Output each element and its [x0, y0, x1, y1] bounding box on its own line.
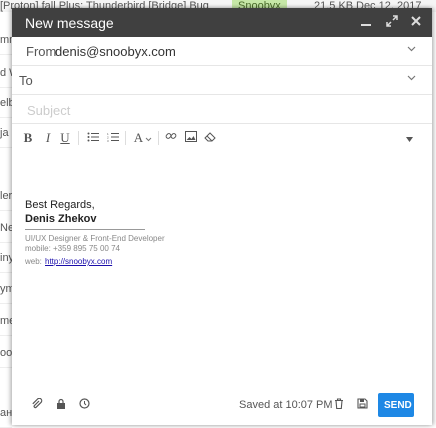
background-row[interactable]: ja [0, 120, 12, 148]
from-field[interactable]: From denis@snoobyx.com [12, 37, 432, 66]
signature-mobile: mobile: +359 895 75 00 74 [25, 244, 120, 253]
compose-window: New message From denis@snoobyx.com To B … [12, 8, 432, 425]
expand-icon[interactable] [384, 14, 400, 30]
signature-divider [25, 229, 145, 230]
toolbar-divider [125, 131, 126, 145]
background-row[interactable]: elb [0, 90, 12, 118]
bold-button[interactable]: B [22, 130, 34, 146]
bulleted-list-icon[interactable] [86, 130, 100, 146]
signature-role: UI/UX Designer & Front-End Developer [25, 234, 165, 243]
italic-button[interactable]: I [42, 130, 54, 146]
trash-icon[interactable] [332, 398, 346, 412]
image-icon[interactable] [184, 130, 198, 146]
signature-web-link[interactable]: http://snoobyx.com [45, 257, 112, 266]
font-size-label: A [133, 130, 144, 145]
compose-title-bar[interactable]: New message [12, 8, 432, 37]
background-row[interactable]: ана [0, 400, 12, 428]
subject-field[interactable] [12, 95, 432, 124]
background-row[interactable]: ler [0, 183, 12, 211]
toolbar-divider [78, 131, 79, 145]
compose-title: New message [25, 15, 114, 31]
background-row[interactable]: me [0, 308, 12, 336]
chevron-down-icon[interactable] [407, 73, 416, 84]
numbered-list-icon[interactable]: 123 [106, 130, 120, 146]
signature-regards: Best Regards, [25, 199, 95, 211]
send-button[interactable]: SEND [378, 393, 414, 417]
chevron-down-icon[interactable] [407, 44, 416, 55]
toolbar-divider [158, 131, 159, 145]
background-row[interactable]: mm [0, 27, 12, 55]
link-icon[interactable] [164, 130, 178, 146]
underline-button[interactable]: U [59, 130, 71, 146]
close-icon[interactable] [408, 14, 424, 30]
message-body[interactable]: Best Regards, Denis Zhekov UI/UX Designe… [12, 158, 432, 388]
from-label: From [26, 44, 57, 59]
formatting-toolbar: B I U 123 A [12, 123, 432, 153]
lock-icon[interactable] [54, 398, 68, 412]
subject-input[interactable] [25, 99, 419, 121]
to-field[interactable]: To [12, 66, 432, 95]
minimize-icon[interactable] [358, 14, 374, 30]
background-row[interactable]: ym [0, 276, 12, 304]
svg-text:3: 3 [107, 139, 109, 142]
font-size-button[interactable]: A [132, 130, 154, 146]
timer-icon[interactable] [77, 398, 91, 412]
eraser-icon[interactable] [203, 130, 217, 146]
signature-name: Denis Zhekov [25, 213, 97, 225]
save-icon[interactable] [355, 398, 369, 412]
to-label: To [19, 73, 33, 88]
saved-status: Saved at 10:07 PM [239, 399, 333, 411]
attachment-icon[interactable] [30, 397, 44, 412]
background-row[interactable]: oo j [0, 340, 12, 368]
background-row[interactable]: d W [0, 60, 12, 88]
from-value[interactable]: denis@snoobyx.com [55, 44, 176, 59]
signature-web-label: web: [25, 257, 42, 266]
background-row[interactable]: iny [0, 245, 12, 273]
more-options-icon[interactable] [404, 130, 414, 146]
compose-footer: Saved at 10:07 PM SEND [12, 390, 432, 420]
background-row[interactable]: Nev [0, 215, 12, 243]
